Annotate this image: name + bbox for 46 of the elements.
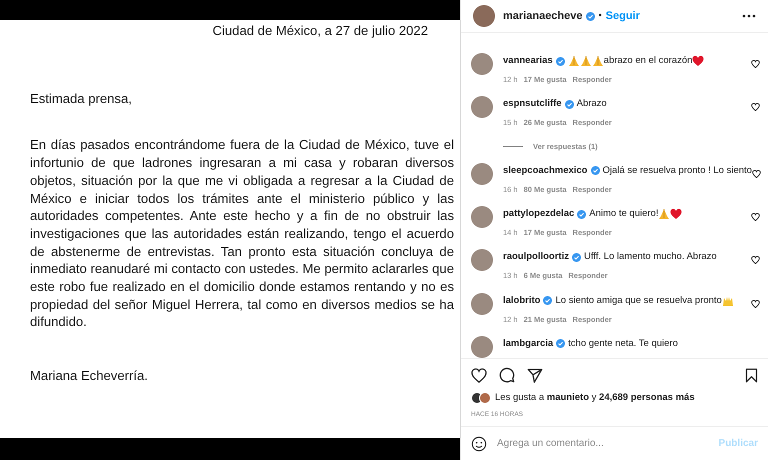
letter-dateline: Ciudad de México, a 27 de julio 2022 (212, 22, 429, 40)
comment-icon[interactable] (499, 367, 515, 383)
avatar (479, 392, 491, 404)
comment-text: Ojalá se resuelva pronto ! Lo siento (602, 164, 752, 177)
comment-text: abrazo en el corazón (604, 55, 692, 67)
comment-text: tcho gente neta. Te quiero (568, 338, 678, 350)
like-icon[interactable] (751, 300, 760, 308)
like-icon[interactable] (751, 256, 760, 264)
like-icon[interactable] (471, 368, 487, 382)
avatar[interactable] (471, 206, 493, 228)
like-icon[interactable] (751, 60, 760, 68)
avatar[interactable] (471, 292, 493, 314)
share-icon[interactable] (527, 368, 543, 382)
likes-summary: Les gusta a maunieto y 24,689 personas más (495, 391, 695, 405)
comment-username[interactable]: lambgarcia (503, 338, 554, 350)
separator: • (598, 9, 602, 22)
comment-text: Ufff. Lo lamento mucho. Abrazo (584, 251, 717, 264)
heart-icon (692, 55, 704, 67)
like-icon[interactable] (751, 213, 760, 221)
comment-username[interactable]: vannearias (503, 55, 553, 67)
comment-username[interactable]: pattylopezdelac (503, 208, 574, 220)
letter-signature: Mariana Echeverría. (30, 367, 148, 385)
avatar[interactable] (471, 249, 493, 272)
avatar[interactable] (471, 96, 493, 118)
comment-username[interactable]: sleepcoachmexico (503, 164, 588, 177)
avatar[interactable] (471, 53, 493, 75)
letter-body: En días pasados encontrándome fuera de la Ciudad de México, tuve el infortunio de que ladrones ingresaran a mi casa y robaran diversos objetos, situación por la que me vi obligada a regresar a la Ciudad de México e iniciar todos los trámites ante el ministerio público y las autoridades competentes. Ante este hecho y a fin de no obstruir las investigaciones que las autoridades están realizando, tengo el acuerdo de abstenerme de entrevistas. Tan pronto esta situación concluya de inmediato reanudaré mi contacto con ustedes. Me permito aclararles que este robo fue realizado en el domicilio donde estamos rentando y no es propiedad del señor Miguel Herrera, tal como en diversos medios se ha difundido. (30, 136, 454, 332)
bookmark-icon[interactable] (745, 368, 758, 382)
comment-username[interactable]: raoulpolloortiz (503, 251, 569, 264)
avatar[interactable] (471, 336, 493, 358)
follow-link[interactable]: Seguir (606, 8, 640, 24)
username-link[interactable]: marianaecheve (503, 8, 582, 24)
heart-icon (670, 208, 682, 220)
comment-username[interactable]: lalobrito (503, 294, 540, 306)
like-icon[interactable] (751, 103, 760, 112)
emoji-icon[interactable] (471, 436, 487, 452)
comment-text: Abrazo (576, 98, 607, 110)
avatar[interactable] (471, 162, 493, 185)
comment-input[interactable]: Agrega un comentario... (497, 436, 719, 451)
letter-greeting: Estimada prensa, (30, 90, 132, 108)
avatar[interactable] (473, 5, 495, 27)
like-icon[interactable] (752, 170, 761, 178)
comment-text: Lo siento amiga que se resuelva pronto (555, 294, 722, 306)
more-options-icon[interactable] (742, 14, 756, 18)
comment-text: Animo te quiero! (589, 208, 658, 220)
comment-username[interactable]: espnsutcliffe (503, 98, 562, 110)
